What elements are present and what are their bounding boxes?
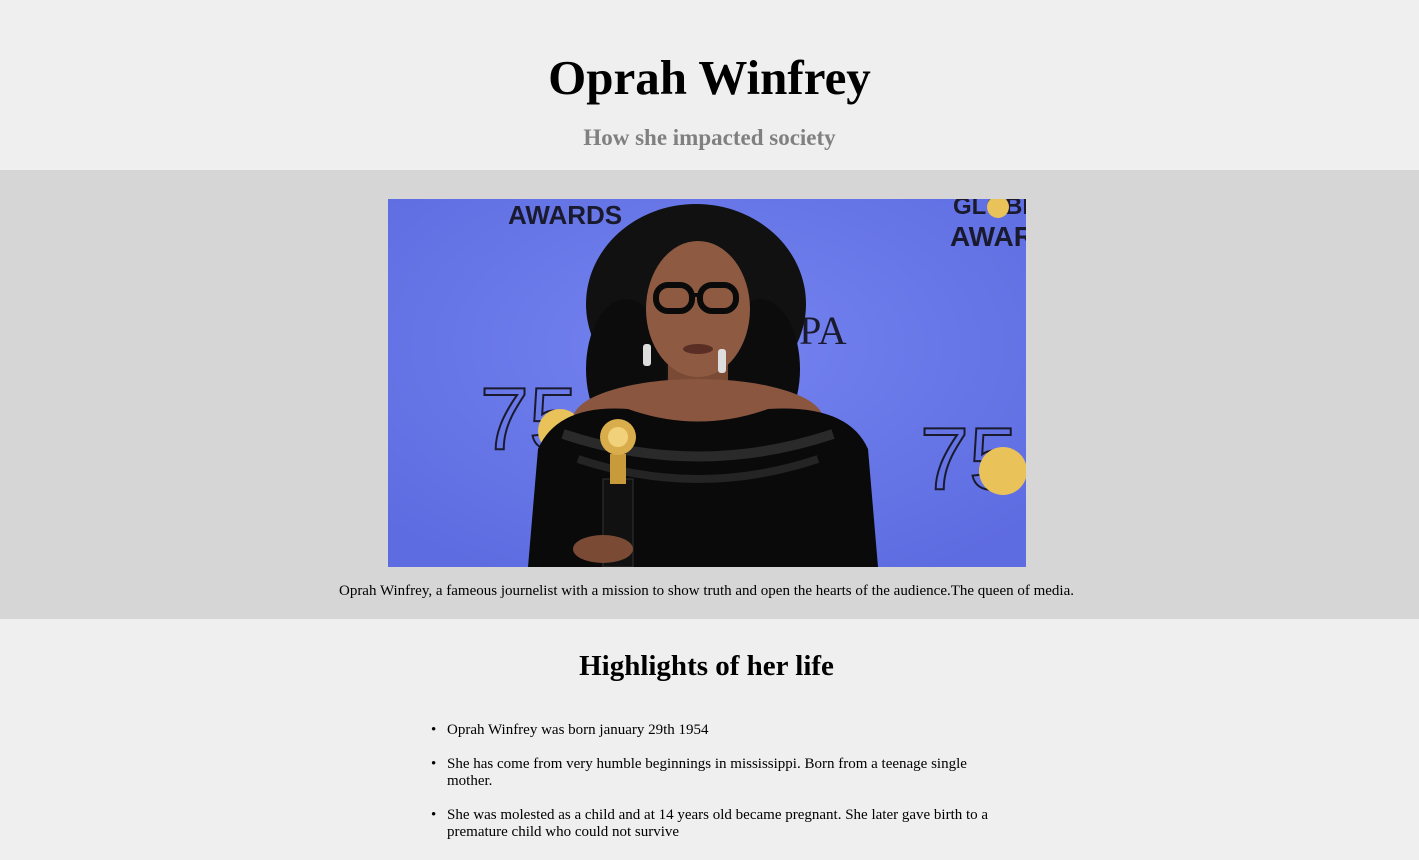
bullet-icon: • <box>431 756 437 772</box>
photo-caption: Oprah Winfrey, a fameous journelist with… <box>338 583 1075 599</box>
backdrop-award-text: AWARD <box>950 221 1026 252</box>
portrait-illustration: AWARDS GLOBE AWARD HFPA 75 75 <box>388 199 1026 567</box>
highlights-heading: Highlights of her life <box>579 650 834 682</box>
backdrop-awards-text: AWARDS <box>508 200 622 230</box>
page-title: Oprah Winfrey <box>548 50 871 105</box>
list-item: • She was molested as a child and at 14 … <box>431 807 1007 841</box>
list-item: • Oprah Winfrey was born january 29th 19… <box>431 722 1007 739</box>
list-item-text: Oprah Winfrey was born january 29th 1954 <box>447 722 709 738</box>
highlights-list: • Oprah Winfrey was born january 29th 19… <box>431 722 1007 858</box>
list-item-text: She has come from very humble beginnings… <box>447 756 967 789</box>
hero-section: AWARDS GLOBE AWARD HFPA 75 75 <box>0 170 1419 619</box>
bullet-icon: • <box>431 722 437 738</box>
page-header: Oprah Winfrey How she impacted society <box>0 0 1419 170</box>
bullet-icon: • <box>431 807 437 823</box>
list-item-text: She was molested as a child and at 14 ye… <box>447 807 989 840</box>
page-subtitle: How she impacted society <box>583 125 836 150</box>
list-item: • She has come from very humble beginnin… <box>431 756 1007 790</box>
portrait-photo: AWARDS GLOBE AWARD HFPA 75 75 <box>388 199 1026 567</box>
